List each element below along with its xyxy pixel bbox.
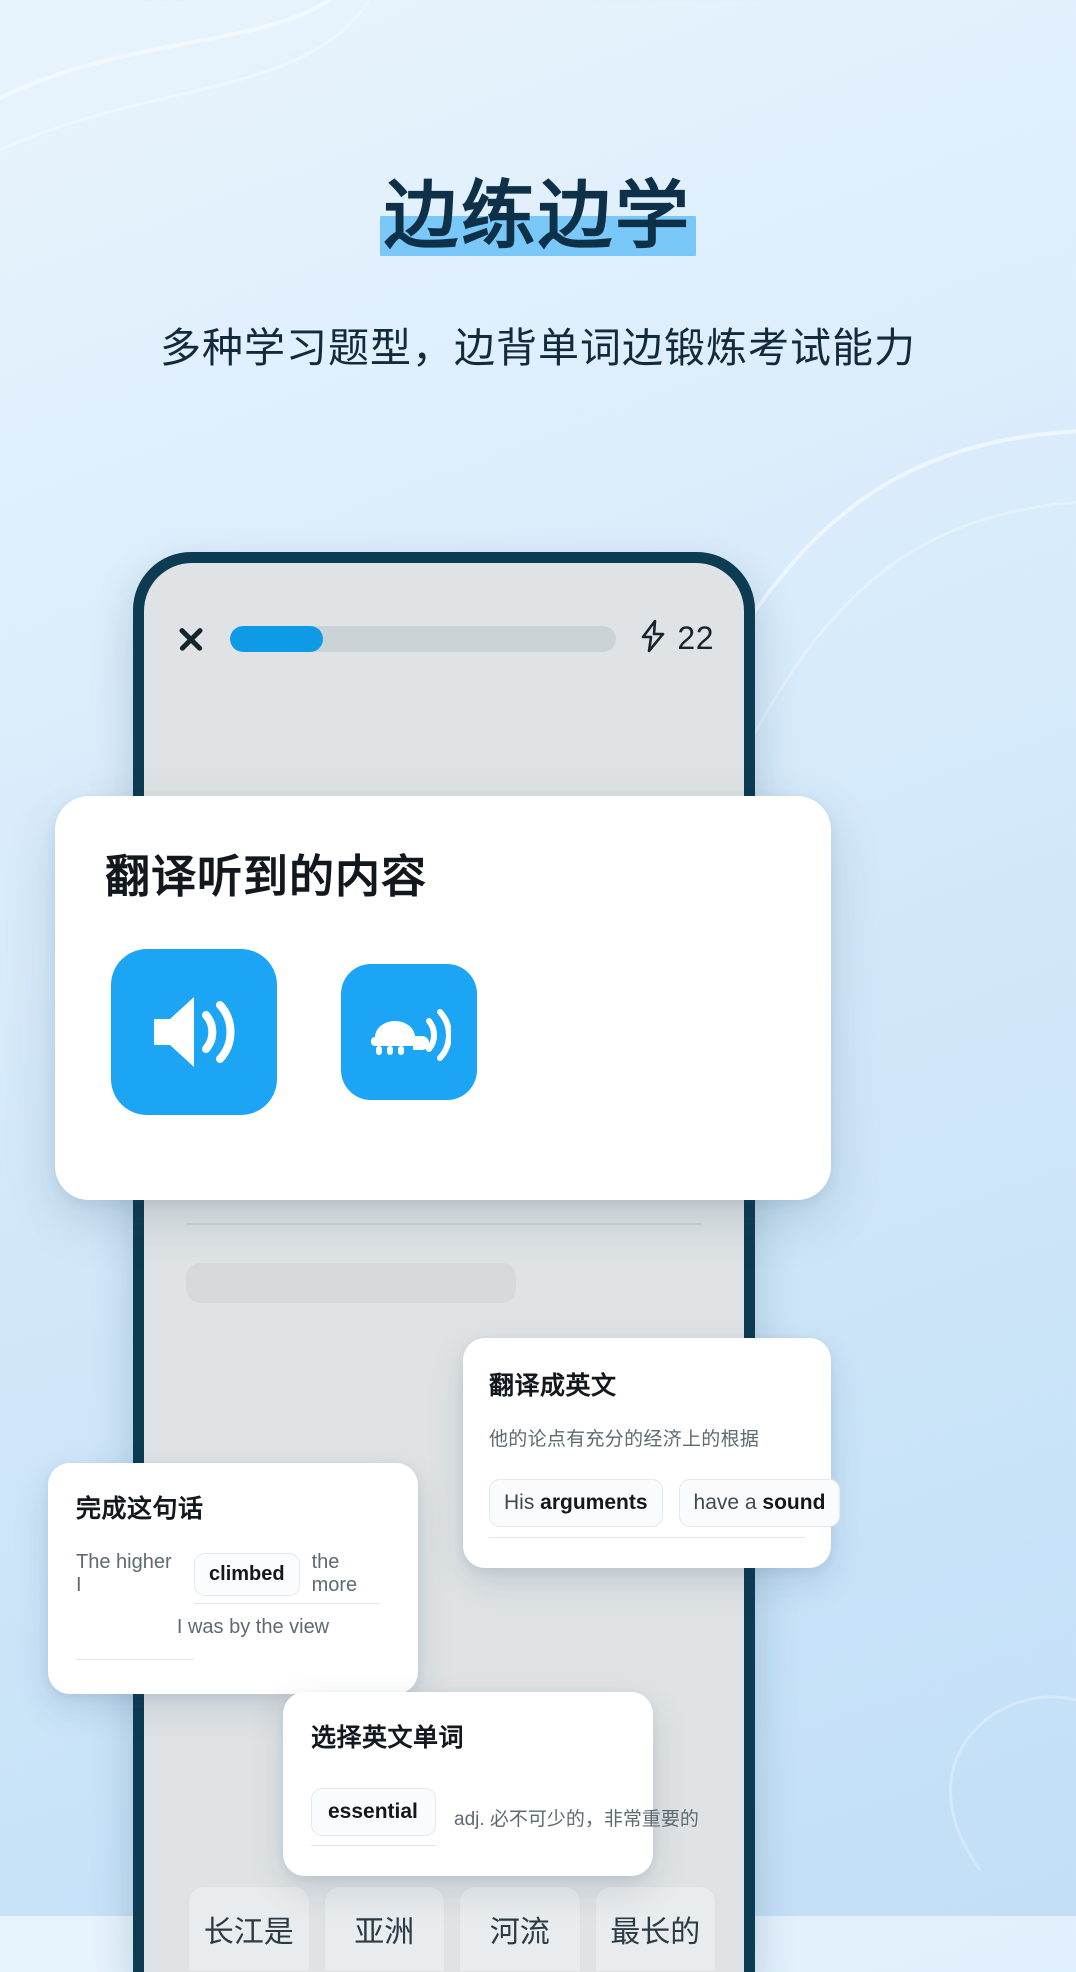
progress-bar [230, 625, 617, 652]
word-chip[interactable]: His arguments [489, 1479, 663, 1527]
translate-to-english-card: 翻译成英文 他的论点有充分的经济上的根据 His arguments have … [463, 1338, 841, 1568]
translate-prompt-text: 他的论点有充分的经济上的根据 [489, 1429, 760, 1450]
cloze-underline-1 [194, 1603, 379, 1604]
answer-choice[interactable]: 亚洲 [323, 1886, 445, 1972]
progress-bar-fill [230, 625, 323, 652]
word-chip[interactable]: have a sound [678, 1479, 841, 1527]
cloze-after-text: the more [311, 1551, 358, 1596]
answer-choice[interactable]: 河流 [459, 1886, 581, 1972]
word-chip-row: His arguments have a sound [489, 1479, 841, 1527]
streak-counter: 22 [638, 619, 714, 658]
word-chip-plain: have a [693, 1491, 763, 1514]
streak-count-label: 22 [677, 620, 714, 656]
page-subtitle: 多种学习题型，边背单词边锻炼考试能力 [160, 324, 916, 371]
word-chip-bold: sound [762, 1491, 826, 1514]
listening-exercise-card: 翻译听到的内容 [55, 796, 831, 1200]
listening-card-title: 翻译听到的内容 [105, 851, 428, 902]
choose-word-row: essential adj. 必不可少的，非常重要的 [311, 1788, 699, 1846]
speaker-wave-icon[interactable] [111, 949, 277, 1115]
choose-card-title: 选择英文单词 [311, 1724, 465, 1752]
page-title-wrapper: 边练边学 [378, 174, 698, 258]
hero-section: 边练边学 多种学习题型，边背单词边锻炼考试能力 [0, 0, 1076, 374]
cloze-answer-chip[interactable]: climbed [194, 1552, 300, 1596]
exercise-topbar: 22 [144, 563, 744, 658]
choose-word-underline [311, 1845, 436, 1846]
answer-underline [489, 1537, 805, 1538]
cloze-underline-2 [76, 1659, 194, 1660]
cloze-line-2: I was by the view [176, 1616, 330, 1638]
lightning-bolt-icon [638, 619, 668, 658]
audio-controls [105, 949, 781, 1115]
translate-card-title: 翻译成英文 [489, 1372, 617, 1400]
answer-choice[interactable]: 长江是 [188, 1886, 310, 1972]
ghost-divider-2 [186, 1223, 702, 1225]
choose-word-card: 选择英文单词 essential adj. 必不可少的，非常重要的 [283, 1692, 699, 1876]
cloze-line-1: The higher I climbed the more [76, 1551, 390, 1597]
choose-word-chip[interactable]: essential [311, 1788, 436, 1836]
word-chip-plain: His [504, 1491, 541, 1514]
cloze-before-text: The higher I [76, 1551, 172, 1596]
answer-choice[interactable]: 最长的 [594, 1886, 716, 1972]
answer-choice-row: 长江是 亚洲 河流 最长的 [188, 1886, 716, 1972]
word-chip-bold: arguments [540, 1491, 648, 1514]
complete-card-title: 完成这句话 [76, 1495, 204, 1523]
close-x-icon[interactable] [174, 622, 208, 656]
complete-sentence-card: 完成这句话 The higher I climbed the more I wa… [48, 1463, 418, 1694]
choose-word-definition: adj. 必不可少的，非常重要的 [454, 1808, 699, 1830]
page-title: 边练边学 [384, 174, 692, 257]
ghost-content-block [186, 1263, 516, 1303]
turtle-speaker-icon[interactable] [341, 964, 477, 1100]
